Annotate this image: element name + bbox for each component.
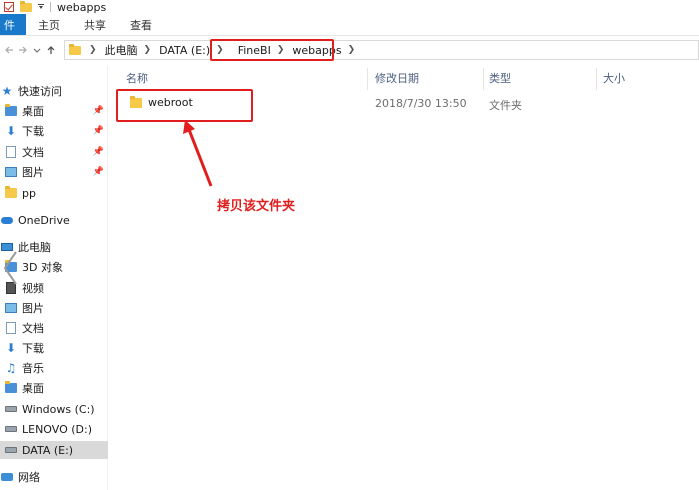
sidebar-item-downloads[interactable]: ⬇ 下载 <box>0 339 108 357</box>
properties-icon[interactable] <box>4 2 14 12</box>
title-bar: webapps <box>0 0 699 14</box>
file-modified-date: 2018/7/30 13:50 <box>375 97 467 110</box>
network-icon <box>0 470 14 484</box>
column-header-type[interactable]: 类型 <box>489 70 511 86</box>
folder-icon <box>4 104 18 118</box>
breadcrumb-this-pc[interactable]: 此电脑 <box>105 42 138 58</box>
window-title: webapps <box>57 0 107 14</box>
music-icon: ♫ <box>5 361 17 375</box>
download-icon: ⬇ <box>5 124 17 138</box>
column-header-date[interactable]: 修改日期 <box>375 70 419 86</box>
back-arrow-icon <box>5 46 13 54</box>
sidebar-item-documents[interactable]: 文档 <box>0 319 108 337</box>
folder-icon <box>69 43 81 55</box>
drive-icon <box>4 422 18 436</box>
sidebar-item-music[interactable]: ♫ 音乐 <box>0 359 108 377</box>
column-header-size[interactable]: 大小 <box>603 70 625 86</box>
sidebar-item-downloads-pinned[interactable]: ⬇ 下载 📌 <box>0 122 108 140</box>
column-divider[interactable] <box>367 68 368 90</box>
picture-icon <box>4 301 18 315</box>
breadcrumb-webapps[interactable]: webapps <box>292 44 341 57</box>
folder-icon <box>130 95 142 108</box>
sidebar-item-quick-access[interactable]: ★ 快速访问 <box>0 82 108 100</box>
chevron-right-icon[interactable]: ❯ <box>144 45 152 55</box>
tab-home[interactable]: 主页 <box>26 14 72 35</box>
tab-share[interactable]: 共享 <box>72 14 118 35</box>
forward-arrow-icon <box>19 46 27 54</box>
recent-locations-button[interactable] <box>30 40 44 60</box>
chevron-down-icon <box>33 48 41 53</box>
folder-icon <box>4 381 18 395</box>
document-icon <box>4 321 18 335</box>
pin-icon[interactable]: 📌 <box>93 126 104 136</box>
chevron-right-icon[interactable]: ❯ <box>348 45 356 55</box>
up-button[interactable] <box>44 40 58 60</box>
sidebar-item-pictures[interactable]: 图片 <box>0 299 108 317</box>
chevron-right-icon[interactable]: ❯ <box>277 45 285 55</box>
column-divider[interactable] <box>483 68 484 90</box>
folder-icon <box>4 186 18 200</box>
sidebar-item-windows-c[interactable]: Windows (C:) <box>0 400 108 418</box>
annotation-arrow <box>183 120 213 187</box>
forward-button[interactable] <box>16 40 30 60</box>
title-divider <box>50 2 51 12</box>
column-header-name[interactable]: 名称 <box>126 70 148 86</box>
document-icon <box>4 145 18 159</box>
star-icon: ★ <box>1 84 13 98</box>
address-bar[interactable]: ❯ 此电脑 ❯ DATA (E:) ❯ FineBI ❯ webapps ❯ <box>64 40 699 60</box>
cloud-icon <box>0 213 14 227</box>
annotation-label: 拷贝该文件夹 <box>217 199 296 214</box>
new-folder-icon[interactable] <box>20 0 32 12</box>
sidebar-item-network[interactable]: 网络 <box>0 468 108 486</box>
sidebar-item-documents-pinned[interactable]: 文档 📌 <box>0 143 108 161</box>
tab-file[interactable]: 件 <box>0 14 26 35</box>
pin-icon[interactable]: 📌 <box>93 147 104 157</box>
download-icon: ⬇ <box>5 341 17 355</box>
pin-icon[interactable]: 📌 <box>93 167 104 177</box>
breadcrumb-finebi[interactable]: FineBI <box>238 44 271 57</box>
picture-icon <box>4 165 18 179</box>
file-type: 文件夹 <box>489 99 522 112</box>
customize-toolbar-icon[interactable] <box>38 3 44 12</box>
sidebar-item-pp[interactable]: pp <box>0 184 108 202</box>
back-button[interactable] <box>2 40 16 60</box>
sidebar-item-onedrive[interactable]: OneDrive <box>0 211 108 229</box>
sidebar-item-pictures-pinned[interactable]: 图片 📌 <box>0 163 108 181</box>
tab-view[interactable]: 查看 <box>118 14 164 35</box>
chevron-right-icon[interactable]: ❯ <box>216 45 224 55</box>
sidebar-item-lenovo-d[interactable]: LENOVO (D:) <box>0 420 108 438</box>
file-row-webroot[interactable]: webroot 2018/7/30 13:50 文件夹 <box>116 94 694 112</box>
file-name: webroot <box>130 95 193 109</box>
sidebar-item-data-e[interactable]: DATA (E:) <box>0 441 108 459</box>
up-arrow-icon <box>47 46 55 54</box>
quick-access-toolbar <box>0 0 44 12</box>
pin-icon[interactable]: 📌 <box>93 106 104 116</box>
column-divider[interactable] <box>596 68 597 90</box>
chevron-right-icon[interactable]: ❯ <box>89 45 97 55</box>
previous-slide-icon[interactable] <box>2 250 20 286</box>
breadcrumb-data-drive[interactable]: DATA (E:) <box>159 44 210 57</box>
sidebar-item-desktop-pinned[interactable]: 桌面 📌 <box>0 102 108 120</box>
drive-icon <box>4 402 18 416</box>
sidebar-item-desktop[interactable]: 桌面 <box>0 379 108 397</box>
navigation-row: ❯ 此电脑 ❯ DATA (E:) ❯ FineBI ❯ webapps ❯ <box>0 37 699 63</box>
drive-icon <box>4 443 18 457</box>
ribbon-tabs: 件 主页 共享 查看 <box>0 14 699 36</box>
